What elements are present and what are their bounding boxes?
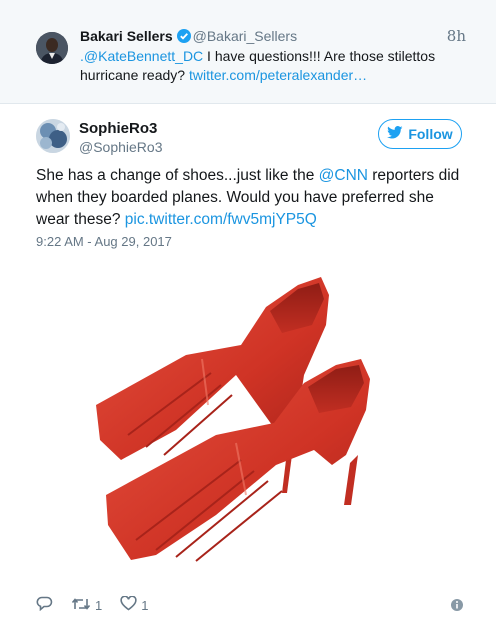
tweet-embed: Bakari Sellers @Bakari_Sellers 8h .@KateB… [0, 0, 496, 640]
parent-tweet-url[interactable]: twitter.com/peteralexander… [189, 67, 367, 83]
tweet-text: She has a change of shoes...just like th… [36, 165, 466, 231]
retweet-button[interactable]: 1 [71, 597, 102, 614]
parent-tweet[interactable]: Bakari Sellers @Bakari_Sellers 8h .@KateB… [0, 0, 496, 104]
retweet-icon [71, 597, 91, 614]
tweet-text-part: She has a change of shoes...just like th… [36, 167, 319, 184]
follow-button[interactable]: Follow [378, 119, 462, 149]
retweet-count: 1 [95, 597, 103, 613]
parent-author-avatar[interactable] [36, 32, 68, 64]
reply-button[interactable] [36, 596, 53, 614]
parent-author-name[interactable]: Bakari Sellers [80, 28, 173, 44]
parent-tweet-text: .@KateBennett_DC I have questions!!! Are… [80, 47, 440, 85]
author-avatar[interactable] [36, 119, 70, 153]
like-count: 1 [141, 597, 149, 613]
tweet-timestamp[interactable]: 9:22 AM - Aug 29, 2017 [36, 234, 172, 249]
like-button[interactable]: 1 [120, 595, 149, 614]
verified-badge-icon [176, 29, 191, 43]
tweet-photo[interactable] [36, 255, 466, 585]
media-link[interactable]: pic.twitter.com/fwv5mjYP5Q [125, 211, 317, 228]
mention-link-cnn[interactable]: @CNN [319, 167, 368, 184]
mention-link[interactable]: .@KateBennett_DC [80, 48, 203, 64]
parent-tweet-time[interactable]: 8h [447, 27, 466, 45]
info-icon[interactable] [450, 598, 464, 612]
follow-label: Follow [408, 126, 453, 142]
tweet-actions: 1 1 [36, 594, 166, 616]
heart-icon [120, 595, 137, 614]
parent-author-handle[interactable]: @Bakari_Sellers [193, 28, 297, 44]
author-handle[interactable]: @SophieRo3 [79, 139, 163, 155]
author-name[interactable]: SophieRo3 [79, 120, 157, 137]
reply-icon [36, 596, 53, 614]
twitter-bird-icon [387, 126, 403, 142]
